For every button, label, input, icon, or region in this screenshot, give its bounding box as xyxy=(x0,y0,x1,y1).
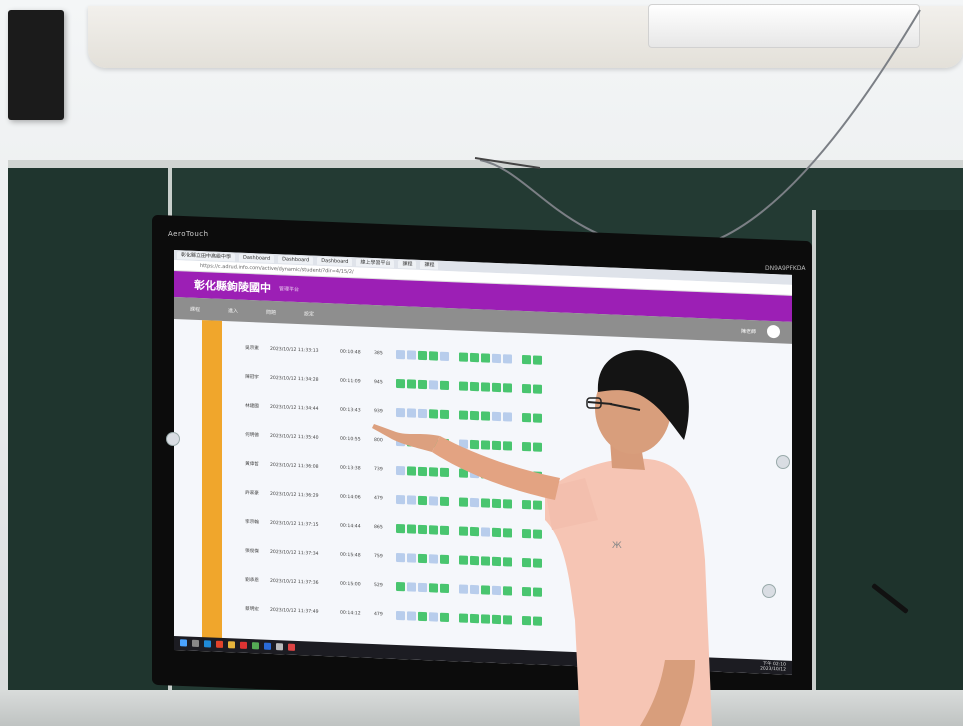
presenter-hand xyxy=(372,424,440,452)
presenter-arm xyxy=(432,436,560,500)
classroom-scene: AeroTouch DN9A9PFKDA 彰化縣立田中高級中學 Dashboar… xyxy=(0,0,963,726)
svg-text:Ж: Ж xyxy=(612,541,622,551)
presenter: Ж xyxy=(372,350,712,726)
